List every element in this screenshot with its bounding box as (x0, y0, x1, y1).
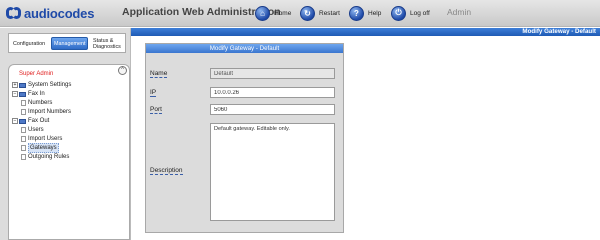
audiocodes-logo[interactable]: audiocodes (6, 4, 94, 22)
collapse-node-icon[interactable]: − (12, 91, 18, 97)
logo-mark-icon (6, 6, 22, 20)
tree-item-fax-in[interactable]: − Fax In (12, 90, 45, 98)
port-label: Port (150, 106, 162, 114)
tab-configuration[interactable]: Configuration (13, 37, 45, 50)
tree-item-users[interactable]: Users (21, 126, 44, 134)
page-icon (21, 154, 26, 160)
page-icon (21, 127, 26, 133)
logoff-button[interactable]: ⏻ Log off (391, 4, 430, 22)
ip-field[interactable] (210, 87, 335, 98)
page-icon (21, 100, 26, 106)
tree-item-fax-out[interactable]: − Fax Out (12, 117, 49, 125)
tab-status-diagnostics[interactable]: Status & Diagnostics (93, 37, 126, 50)
tree-item-gateways[interactable]: Gateways (21, 143, 59, 153)
home-label: Home (274, 9, 292, 17)
logoff-icon: ⏻ (391, 5, 406, 21)
page-icon (21, 136, 26, 142)
help-button[interactable]: ? Help (349, 4, 381, 22)
role-label: Super Admin (19, 71, 54, 77)
description-field[interactable]: Default gateway. Editable only. (210, 123, 335, 221)
panel-title: Modify Gateway - Default (146, 44, 343, 53)
restart-label: Restart (319, 9, 340, 17)
help-icon: ? (349, 5, 364, 21)
collapse-node-icon[interactable]: − (12, 118, 18, 124)
nav-tabs: Configuration Management Status & Diagno… (8, 33, 126, 53)
home-icon: ⌂ (255, 5, 270, 21)
home-button[interactable]: ⌂ Home (255, 4, 291, 22)
port-field[interactable] (210, 104, 335, 115)
modify-gateway-panel: Modify Gateway - Default Name IP Port De… (145, 43, 344, 233)
name-label: Name (150, 70, 168, 78)
folder-icon (19, 91, 26, 97)
tree-item-import-users[interactable]: Import Users (21, 135, 62, 143)
logo-text: audiocodes (24, 5, 95, 21)
page-icon (21, 145, 26, 151)
folder-icon (19, 118, 26, 124)
ip-label: IP (150, 89, 157, 97)
name-field (210, 68, 335, 79)
tree-item-import-numbers[interactable]: Import Numbers (21, 108, 71, 116)
nav-tree: ^ Super Admin + System Settings − Fax In… (8, 64, 130, 240)
tree-item-system-settings[interactable]: + System Settings (12, 81, 71, 89)
restart-button[interactable]: ↻ Restart (300, 4, 340, 22)
page-title: Modify Gateway - Default (522, 28, 596, 35)
page-title-strip: Modify Gateway - Default (131, 28, 600, 36)
logoff-label: Log off (410, 9, 430, 17)
folder-icon (19, 82, 26, 88)
top-bar: audiocodes Application Web Administratio… (0, 0, 600, 27)
page-icon (21, 109, 26, 115)
tree-item-outgoing-rules[interactable]: Outgoing Rules (21, 153, 69, 161)
restart-icon: ↻ (300, 5, 315, 21)
sidebar: Configuration Management Status & Diagno… (0, 28, 131, 240)
help-label: Help (368, 9, 382, 17)
tab-management[interactable]: Management (51, 37, 89, 50)
current-user: Admin (447, 7, 472, 17)
tree-item-numbers[interactable]: Numbers (21, 99, 52, 107)
expand-icon[interactable]: + (12, 82, 18, 88)
collapse-icon[interactable]: ^ (118, 66, 127, 75)
description-label: Description (150, 167, 183, 175)
